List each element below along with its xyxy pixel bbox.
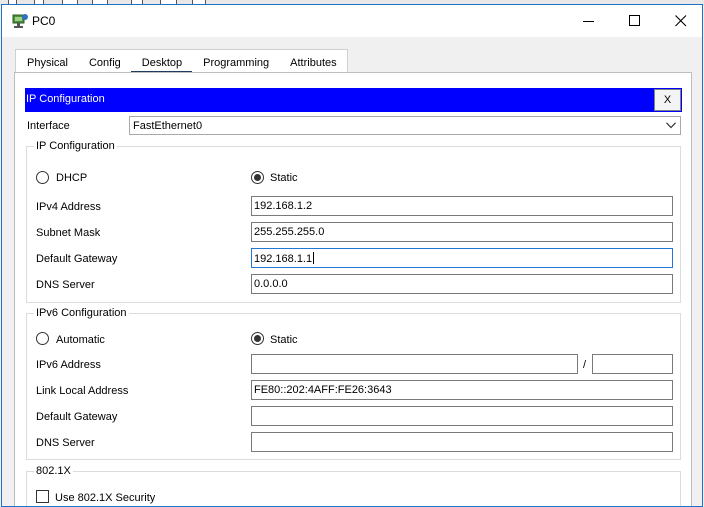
interface-select[interactable]: FastEthernet0 [129, 116, 681, 135]
ipv4-address-label: IPv4 Address [36, 201, 101, 213]
ipv6-automatic-radio[interactable] [36, 332, 49, 345]
default-gateway-label: Default Gateway [36, 253, 118, 265]
tab-config[interactable]: Config [78, 50, 131, 73]
ipv4-group-title: IP Configuration [34, 140, 117, 152]
minimize-button[interactable] [566, 5, 612, 37]
ipv6-group-title: IPv6 Configuration [34, 307, 129, 319]
prefix-separator: / [583, 359, 587, 371]
subnet-mask-input[interactable]: 255.255.255.0 [251, 222, 673, 242]
use-8021x-security-label: Use 802.1X Security [55, 492, 156, 504]
desktop-panel: IP Configuration X Interface FastEtherne… [14, 72, 692, 506]
ip-configuration-title: IP Configuration [26, 93, 105, 105]
ipv6-prefix-input[interactable] [592, 354, 673, 374]
chevron-down-icon [666, 122, 676, 129]
tab-bar: Physical Config Desktop Programming Attr… [15, 49, 348, 74]
pc-app-icon [12, 14, 28, 28]
dns-server-input[interactable]: 0.0.0.0 [251, 274, 673, 294]
ipv6-address-label: IPv6 Address [36, 359, 101, 371]
maximize-button[interactable] [612, 5, 658, 37]
ipv6-dns-server-label: DNS Server [36, 437, 95, 449]
ipv4-configuration-group: IP Configuration DHCP Static IPv4 Addres… [26, 140, 681, 303]
tab-programming[interactable]: Programming [192, 50, 279, 73]
use-8021x-security-checkbox[interactable] [36, 490, 49, 503]
static-radio[interactable] [251, 171, 264, 184]
default-gateway-value: 192.168.1.1 [254, 253, 313, 265]
pc0-window: PC0 Physical Config Desktop Programming … [1, 4, 703, 507]
dot1x-group: 802.1X Use 802.1X Security [26, 465, 681, 506]
interface-label: Interface [27, 120, 70, 132]
tab-attributes[interactable]: Attributes [279, 50, 346, 73]
dns-server-label: DNS Server [36, 279, 95, 291]
ipv6-static-label: Static [270, 334, 298, 346]
text-caret [313, 252, 315, 264]
close-window-button[interactable] [658, 5, 702, 37]
ip-configuration-header: IP Configuration X [25, 88, 682, 112]
ipv6-configuration-group: IPv6 Configuration Automatic Static IPv6… [26, 307, 681, 460]
interface-value: FastEthernet0 [133, 120, 203, 132]
ipv6-default-gateway-input[interactable] [251, 406, 673, 426]
tab-physical[interactable]: Physical [16, 50, 78, 73]
dhcp-label: DHCP [56, 172, 88, 184]
title-bar[interactable]: PC0 [2, 5, 702, 37]
tab-desktop[interactable]: Desktop [130, 50, 193, 74]
ipv6-automatic-label: Automatic [56, 334, 105, 346]
link-local-address-label: Link Local Address [36, 385, 129, 397]
default-gateway-input[interactable]: 192.168.1.1 [251, 248, 673, 268]
dhcp-radio[interactable] [36, 171, 49, 184]
static-label: Static [270, 172, 298, 184]
ipv6-dns-server-input[interactable] [251, 432, 673, 452]
ipv6-static-radio[interactable] [251, 332, 264, 345]
dot1x-group-title: 802.1X [34, 465, 73, 477]
subnet-mask-label: Subnet Mask [36, 227, 101, 239]
close-icon [675, 15, 687, 27]
maximize-icon [629, 15, 640, 26]
ipv4-address-input[interactable]: 192.168.1.2 [251, 196, 673, 216]
ip-configuration-close-button[interactable]: X [654, 89, 681, 111]
ipv6-default-gateway-label: Default Gateway [36, 411, 118, 423]
window-title: PC0 [32, 14, 56, 28]
link-local-address-input[interactable]: FE80::202:4AFF:FE26:3643 [251, 380, 673, 400]
ipv6-address-input[interactable] [251, 354, 578, 374]
minimize-icon [583, 21, 594, 22]
